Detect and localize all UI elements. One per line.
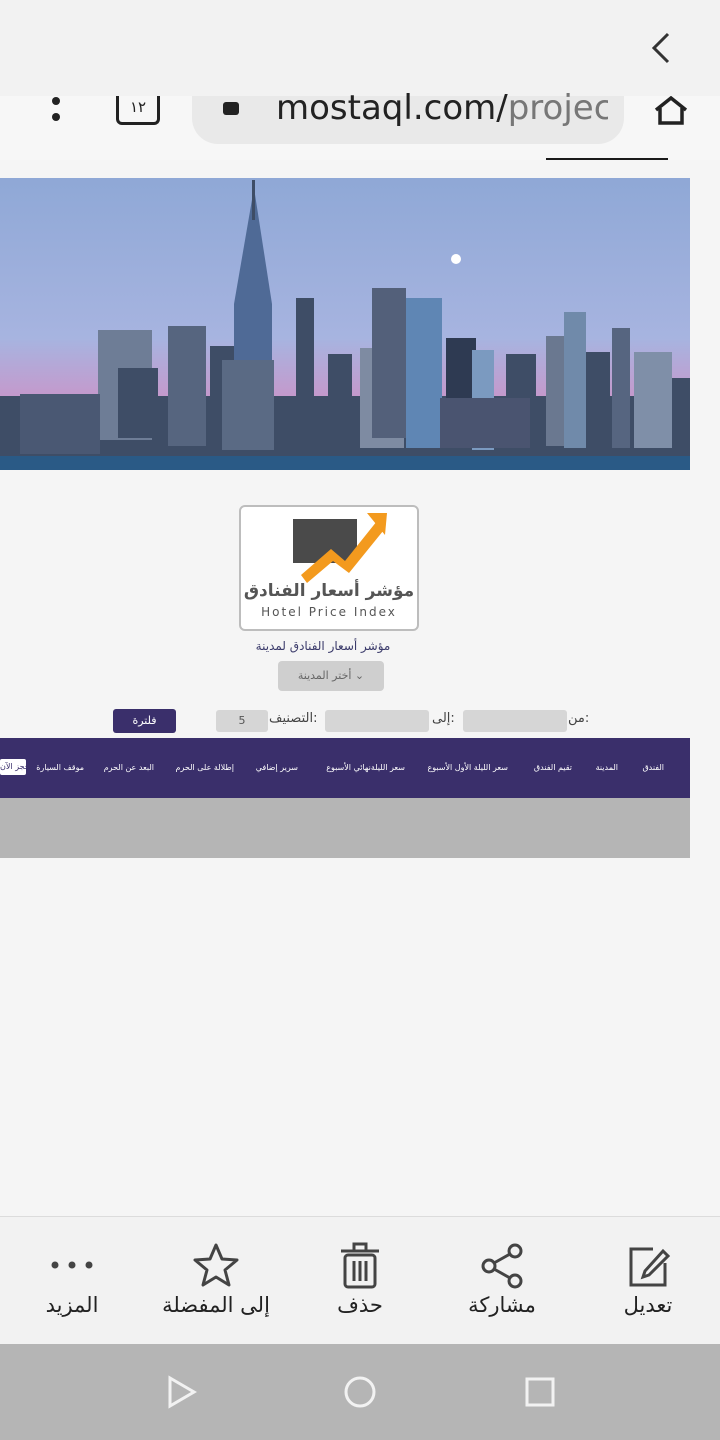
- from-label: من:: [568, 711, 590, 726]
- page-content: مؤشر أسعار الفنادق Hotel Price Index مؤش…: [0, 160, 720, 1216]
- column-header: سعر الليلةنهائي الأسبوع: [326, 763, 405, 772]
- hotel-price-index-logo: مؤشر أسعار الفنادق Hotel Price Index: [239, 505, 419, 631]
- to-label: إلى:: [432, 711, 455, 726]
- tabs-count-label: ١٢: [129, 98, 147, 116]
- column-header: الفندق: [642, 763, 664, 772]
- delete-icon: [341, 1242, 379, 1289]
- share-label: مشاركة: [468, 1293, 536, 1317]
- column-header: موقف السيارة: [36, 763, 84, 772]
- book-now-button[interactable]: أحجز الآن: [0, 759, 26, 775]
- column-header: سرير إضافي: [255, 763, 298, 772]
- rating-label: التصنيف:: [269, 711, 318, 726]
- city-select-label: أختر المدينة: [297, 669, 352, 682]
- results-table-header: الفندق المدينة تقيم الفندق سعر الليلة ال…: [0, 738, 690, 798]
- browser-top-bar: [0, 0, 720, 96]
- bottom-action-bar: تعديل مشاركة حذف إلى المفضلة المزيد: [0, 1216, 720, 1345]
- home-icon[interactable]: [650, 96, 692, 126]
- back-arrow-icon[interactable]: [640, 28, 680, 68]
- column-header: سعر الليلة الأول الأسبوع: [427, 763, 508, 772]
- logo-title: مؤشر أسعار الفنادق: [243, 581, 415, 601]
- logo-subtitle: Hotel Price Index: [261, 605, 397, 619]
- recents-nav-icon[interactable]: [518, 1370, 562, 1414]
- lock-icon: [223, 102, 239, 115]
- hero-skyline-image: [0, 178, 690, 470]
- tabs-icon[interactable]: ١٢: [116, 96, 160, 125]
- edit-button[interactable]: تعديل: [578, 1217, 718, 1345]
- to-date-input[interactable]: [325, 710, 429, 732]
- favorite-label: إلى المفضلة: [162, 1293, 270, 1317]
- menu-dots-icon[interactable]: [46, 96, 66, 126]
- column-header: إطلالة على الحرم: [175, 763, 234, 772]
- favorite-button[interactable]: إلى المفضلة: [146, 1217, 286, 1345]
- filter-button[interactable]: فلترة: [113, 709, 176, 733]
- rating-input[interactable]: 5: [216, 710, 268, 732]
- more-icon: [51, 1261, 93, 1269]
- more-label: المزيد: [45, 1293, 99, 1317]
- back-nav-icon[interactable]: [158, 1370, 202, 1414]
- column-header: المدينة: [595, 763, 618, 772]
- edit-label: تعديل: [623, 1293, 673, 1317]
- chart-arrow-icon: [293, 513, 387, 583]
- share-icon: [481, 1243, 523, 1289]
- chevron-down-icon: ⌄: [354, 669, 365, 682]
- edit-icon: [629, 1247, 671, 1287]
- column-header: تقيم الفندق: [533, 763, 572, 772]
- share-button[interactable]: مشاركة: [432, 1217, 572, 1345]
- column-header: البعد عن الحرم: [103, 763, 154, 772]
- home-nav-icon[interactable]: [338, 1370, 382, 1414]
- results-table-body: [0, 798, 690, 858]
- delete-label: حذف: [337, 1293, 383, 1317]
- address-bar[interactable]: mostaql.com/projec: [192, 88, 624, 144]
- url-dim: projec: [507, 88, 608, 128]
- from-date-input[interactable]: [463, 710, 567, 732]
- url-main: mostaql.com/: [276, 88, 508, 128]
- page-subtitle: مؤشر أسعار الفنادق لمدينة: [255, 639, 391, 653]
- star-icon: [193, 1243, 239, 1287]
- city-select[interactable]: أختر المدينة ⌄: [278, 661, 384, 691]
- more-button[interactable]: المزيد: [2, 1217, 142, 1345]
- delete-button[interactable]: حذف: [290, 1217, 430, 1345]
- system-navigation-bar: [0, 1344, 720, 1440]
- url-text: mostaql.com/projec: [276, 88, 608, 128]
